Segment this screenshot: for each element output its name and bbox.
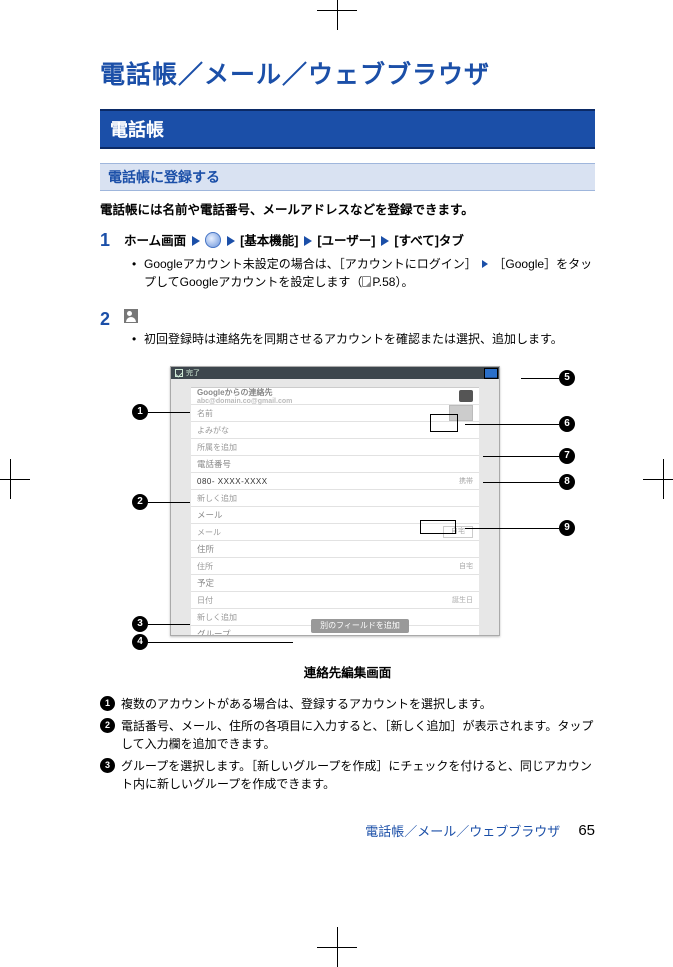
section-heading: 電話帳 — [100, 109, 595, 149]
sequence-arrow-icon — [304, 236, 312, 246]
legend-item: 3 グループを選択します。［新しいグループを作成］にチェックを付けると、同じアカ… — [100, 757, 595, 793]
status-bar-label: 完了 — [186, 368, 200, 378]
row-date-label: 日付 — [197, 595, 213, 606]
callout-line — [483, 482, 559, 483]
chapter-title: 電話帳／メール／ウェブブラウザ — [100, 55, 595, 91]
crop-mark — [643, 459, 673, 499]
legend-text: グループを選択します。［新しいグループを作成］にチェックを付けると、同じアカウン… — [121, 757, 595, 793]
phone-screenshot: 完了 Googleからの連絡先 abc@domain.co@gmail.com … — [170, 366, 500, 636]
callout-line — [465, 424, 559, 425]
row-event-section: 予定 — [191, 575, 479, 592]
sequence-arrow-icon — [192, 236, 200, 246]
add-field-button: 別のフィールドを追加 — [311, 619, 409, 633]
callout-badge-2: 2 — [132, 494, 148, 510]
account-header-title: Googleからの連絡先 — [197, 387, 292, 398]
callout-badge-6: 6 — [559, 416, 575, 432]
legend-text: 電話番号、メール、住所の各項目に入力すると、［新しく追加］が表示されます。タップ… — [121, 717, 595, 753]
row-add-new: 新しく追加 — [191, 490, 479, 507]
row-phone-value: 080- XXXX-XXXX — [197, 477, 268, 486]
crop-mark — [0, 459, 30, 499]
callout-line — [148, 502, 190, 503]
row-address-section: 住所 — [191, 541, 479, 558]
account-header-row: Googleからの連絡先 abc@domain.co@gmail.com — [191, 388, 479, 405]
step-number: 2 — [100, 309, 124, 331]
legend-number: 3 — [100, 758, 115, 773]
step1-bullet-pageref: P.58）。 — [372, 275, 413, 289]
callout-badge-8: 8 — [559, 474, 575, 490]
row-phone: 080- XXXX-XXXX 携帯 — [191, 473, 479, 490]
sequence-arrow-icon — [381, 236, 389, 246]
row-affiliation-label: 所属を追加 — [197, 442, 237, 453]
sequence-arrow-icon — [227, 236, 235, 246]
callout-line — [465, 528, 559, 529]
step-1: 1 ホーム画面 [基本機能] [ユーザー] [すべて]タブ Googleアカウン… — [100, 230, 595, 297]
row-add-new2-label: 新しく追加 — [197, 612, 237, 623]
step1-seg-user: [ユーザー] — [317, 234, 375, 248]
callout-badge-4: 4 — [132, 634, 148, 650]
step1-seg-all-tab: [すべて]タブ — [394, 234, 463, 248]
row-address: 住所 自宅 — [191, 558, 479, 575]
account-dropdown-icon — [459, 390, 473, 402]
callout-badge-1: 1 — [132, 404, 148, 420]
figure-contact-edit: 完了 Googleからの連絡先 abc@domain.co@gmail.com … — [100, 366, 595, 656]
row-event-section-label: 予定 — [197, 577, 214, 589]
callout-box — [430, 414, 458, 432]
callout-line — [148, 412, 190, 413]
step1-title-start: ホーム画面 — [124, 234, 186, 248]
row-phone-right: 携帯 — [459, 476, 473, 486]
step-2: 2 初回登録時は連絡先を同期させるアカウントを確認または選択、追加します。 — [100, 309, 595, 354]
apps-launcher-icon — [205, 232, 221, 248]
legend-list: 1 複数のアカウントがある場合は、登録するアカウントを選択します。 2 電話番号… — [100, 695, 595, 793]
row-mail-section-label: メール — [197, 509, 223, 521]
footer: 電話帳／メール／ウェブブラウザ 65 — [100, 821, 595, 840]
row-address-right: 自宅 — [459, 561, 473, 571]
callout-badge-7: 7 — [559, 448, 575, 464]
row-date: 日付 誕生日 — [191, 592, 479, 609]
row-mail-label: メール — [197, 527, 221, 538]
step1-bullet-text-a: Googleアカウント未設定の場合は、［アカウントにログイン］ — [144, 257, 477, 271]
row-name-label: 名前 — [197, 408, 213, 419]
subsection-heading: 電話帳に登録する — [100, 163, 595, 191]
callout-line — [521, 378, 559, 379]
row-address-label: 住所 — [197, 561, 213, 572]
lead-paragraph: 電話帳には名前や電話番号、メールアドレスなどを登録できます。 — [100, 199, 595, 218]
row-group-section-label: グループ — [197, 628, 231, 636]
callout-line — [148, 642, 293, 643]
legend-number: 1 — [100, 696, 115, 711]
done-check-icon — [175, 369, 183, 377]
callout-line — [148, 624, 190, 625]
crop-mark — [317, 927, 357, 967]
step2-bullet: 初回登録時は連絡先を同期させるアカウントを確認または選択、追加します。 — [144, 330, 595, 348]
footer-running-title: 電話帳／メール／ウェブブラウザ — [365, 821, 560, 840]
legend-item: 1 複数のアカウントがある場合は、登録するアカウントを選択します。 — [100, 695, 595, 713]
callout-badge-9: 9 — [559, 520, 575, 536]
step1-seg-basic: [基本機能] — [240, 234, 298, 248]
status-bar: 完了 — [171, 367, 499, 379]
row-address-section-label: 住所 — [197, 543, 214, 555]
callout-box — [420, 520, 456, 534]
step-number: 1 — [100, 230, 124, 252]
callout-line — [483, 456, 559, 457]
legend-item: 2 電話番号、メール、住所の各項目に入力すると、［新しく追加］が表示されます。タ… — [100, 717, 595, 753]
account-header-email: abc@domain.co@gmail.com — [197, 398, 292, 405]
page-reference-icon — [362, 276, 371, 287]
row-date-right: 誕生日 — [452, 595, 473, 605]
row-phone-section-label: 電話番号 — [197, 458, 231, 470]
legend-number: 2 — [100, 718, 115, 733]
sequence-arrow-icon — [482, 260, 488, 268]
page: 電話帳／メール／ウェブブラウザ 電話帳 電話帳に登録する 電話帳には名前や電話番… — [0, 0, 673, 880]
row-yomigana-label: よみがな — [197, 425, 229, 436]
crop-mark — [317, 0, 357, 30]
row-add-new-label: 新しく追加 — [197, 493, 237, 504]
row-affiliation: 所属を追加 — [191, 439, 479, 456]
footer-page-number: 65 — [578, 822, 595, 839]
row-phone-section: 電話番号 — [191, 456, 479, 473]
legend-text: 複数のアカウントがある場合は、登録するアカウントを選択します。 — [121, 695, 595, 713]
step1-bullet: Googleアカウント未設定の場合は、［アカウントにログイン］ ［Google］… — [144, 255, 595, 291]
contacts-app-icon — [124, 309, 138, 323]
callout-badge-5: 5 — [559, 370, 575, 386]
figure-caption: 連絡先編集画面 — [100, 662, 595, 681]
callout-box — [484, 368, 498, 379]
callout-badge-3: 3 — [132, 616, 148, 632]
